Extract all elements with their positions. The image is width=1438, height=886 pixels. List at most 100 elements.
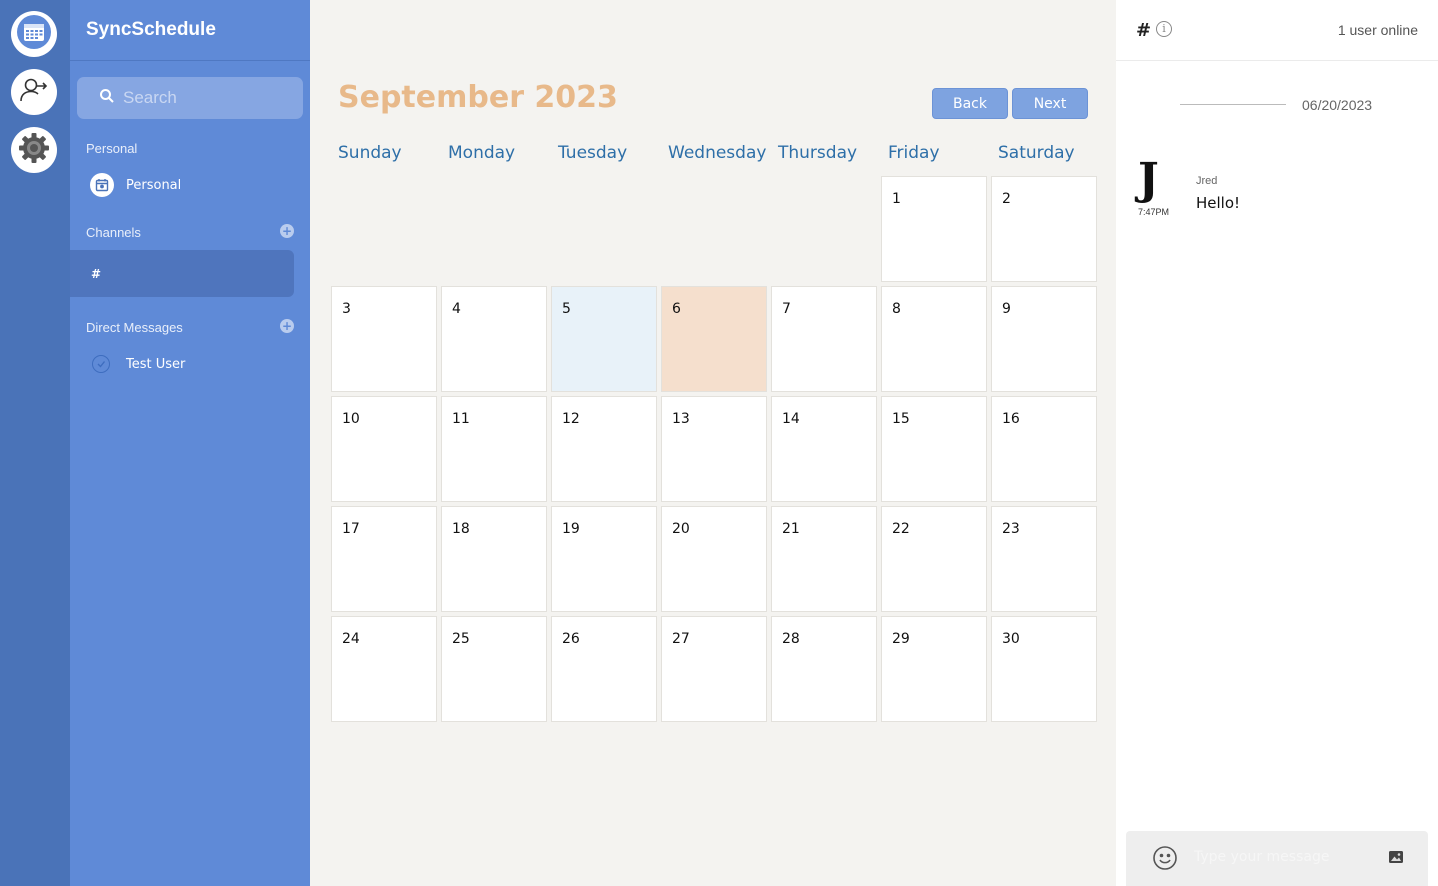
add-channel-button[interactable]: + — [280, 224, 294, 238]
day-cell[interactable]: 13 — [661, 396, 767, 502]
day-number: 13 — [672, 411, 690, 427]
day-number: 15 — [892, 411, 910, 427]
calendar-view: September 2023 Back Next Sunday Monday Tue… — [310, 0, 1116, 886]
day-number: 3 — [342, 301, 351, 317]
personal-calendar-icon — [90, 173, 114, 197]
day-number: 10 — [342, 411, 360, 427]
day-number: 1 — [892, 191, 901, 207]
day-cell[interactable]: 14 — [771, 396, 877, 502]
day-number: 20 — [672, 521, 690, 537]
day-cell[interactable]: 3 — [331, 286, 437, 392]
day-cell[interactable]: 5 — [551, 286, 657, 392]
sidebar-item-test-user[interactable]: Test User — [92, 354, 185, 374]
day-cell[interactable]: 10 — [331, 396, 437, 502]
dm-user-label: Test User — [126, 356, 186, 372]
day-cell[interactable]: 15 — [881, 396, 987, 502]
day-cell[interactable]: 29 — [881, 616, 987, 722]
message-input[interactable] — [1194, 849, 1374, 865]
day-number: 18 — [452, 521, 470, 537]
day-cell[interactable]: 11 — [441, 396, 547, 502]
message-text: Hello! — [1196, 194, 1241, 212]
day-cell[interactable]: 30 — [991, 616, 1097, 722]
day-cell[interactable]: 26 — [551, 616, 657, 722]
message-time: 7:47PM — [1138, 207, 1170, 217]
day-cell[interactable]: 18 — [441, 506, 547, 612]
weekday-label: Thursday — [778, 143, 858, 163]
day-number: 6 — [672, 301, 681, 317]
day-number: 19 — [562, 521, 580, 537]
day-number: 21 — [782, 521, 800, 537]
day-cell[interactable]: 2 — [991, 176, 1097, 282]
month-title: September 2023 — [338, 80, 618, 115]
day-number: 24 — [342, 631, 360, 647]
day-cell[interactable]: 27 — [661, 616, 767, 722]
day-cell[interactable]: 24 — [331, 616, 437, 722]
day-number: 29 — [892, 631, 910, 647]
day-cell[interactable]: 8 — [881, 286, 987, 392]
next-button[interactable]: Next — [1012, 88, 1088, 119]
settings-button[interactable] — [11, 127, 57, 173]
calendar-nav-button[interactable] — [11, 11, 57, 57]
online-count: 1 user online — [1337, 22, 1418, 38]
weekday-label: Friday — [888, 143, 940, 163]
day-cell[interactable]: 1 — [881, 176, 987, 282]
sidebar: SyncSchedule Personal Personal Channels … — [70, 0, 310, 886]
chat-header: # i 1 user online — [1116, 0, 1438, 61]
day-cell[interactable]: 20 — [661, 506, 767, 612]
day-cell[interactable]: 19 — [551, 506, 657, 612]
day-cell[interactable]: 23 — [991, 506, 1097, 612]
info-icon[interactable]: i — [1156, 21, 1172, 37]
day-cell[interactable]: 9 — [991, 286, 1097, 392]
day-number: 14 — [782, 411, 800, 427]
back-button[interactable]: Back — [932, 88, 1008, 119]
weekday-label: Tuesday — [558, 143, 628, 163]
add-direct-message-button[interactable]: + — [280, 319, 294, 333]
plus-icon: + — [281, 319, 293, 333]
day-number: 8 — [892, 301, 901, 317]
calendar-icon — [16, 14, 52, 54]
direct-messages-section-label: Direct Messages — [86, 320, 183, 335]
day-cell[interactable]: 22 — [881, 506, 987, 612]
day-cell[interactable]: 17 — [331, 506, 437, 612]
channels-section-label: Channels — [86, 225, 141, 240]
icon-rail — [0, 0, 70, 886]
date-divider — [1180, 104, 1286, 105]
day-number: 23 — [1002, 521, 1020, 537]
app-header: SyncSchedule — [70, 0, 310, 61]
day-cell[interactable]: 12 — [551, 396, 657, 502]
day-cell[interactable]: 25 — [441, 616, 547, 722]
weekday-label: Wednesday — [668, 143, 767, 163]
day-cell[interactable]: 4 — [441, 286, 547, 392]
plus-icon: + — [281, 224, 293, 238]
day-number: 7 — [782, 301, 791, 317]
day-number: 28 — [782, 631, 800, 647]
image-upload-icon[interactable] — [1388, 849, 1404, 869]
day-number: 22 — [892, 521, 910, 537]
date-label: 06/20/2023 — [1302, 97, 1373, 113]
switch-user-button[interactable] — [11, 69, 57, 115]
day-number: 26 — [562, 631, 580, 647]
sidebar-item-label: Personal — [126, 177, 182, 193]
day-number: 12 — [562, 411, 580, 427]
day-number: 2 — [1002, 191, 1011, 207]
weekday-label: Saturday — [998, 143, 1075, 163]
emoji-icon[interactable] — [1152, 845, 1178, 875]
app-title: SyncSchedule — [86, 19, 216, 40]
day-cell[interactable]: 28 — [771, 616, 877, 722]
sidebar-item-personal[interactable]: Personal — [90, 172, 181, 198]
day-cell[interactable]: 16 — [991, 396, 1097, 502]
day-number: 16 — [1002, 411, 1020, 427]
message-composer — [1126, 831, 1428, 886]
day-cell[interactable]: 21 — [771, 506, 877, 612]
search-input[interactable] — [123, 88, 293, 108]
search-box[interactable] — [77, 77, 303, 119]
day-cell[interactable]: 7 — [771, 286, 877, 392]
personal-section-label: Personal — [86, 141, 138, 156]
user-switch-icon — [18, 74, 50, 110]
day-number: 9 — [1002, 301, 1011, 317]
day-cell[interactable]: 6 — [661, 286, 767, 392]
avatar: J — [1138, 154, 1159, 205]
channel-name: # — [1136, 20, 1152, 41]
sidebar-item-channel[interactable]: # — [70, 250, 294, 297]
chat-panel: # i 1 user online 06/20/2023 J 7:47PM Jr… — [1116, 0, 1438, 886]
